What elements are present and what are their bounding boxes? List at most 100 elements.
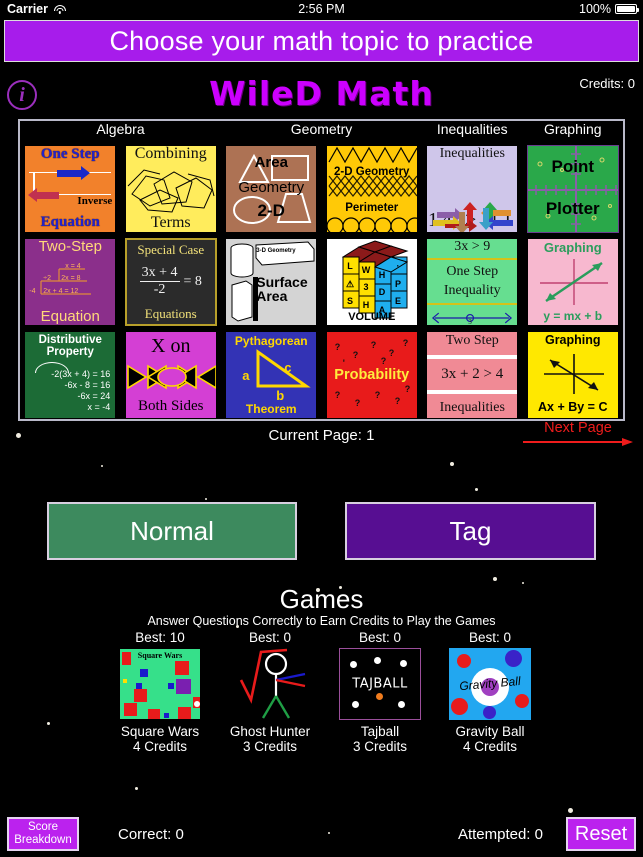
battery-icon — [615, 4, 639, 14]
triangle-label-a: a — [242, 367, 250, 383]
multi-arrows-icon — [433, 201, 514, 232]
thumbnail-title: Gravity Ball — [458, 673, 522, 694]
score-breakdown-line-2: Breakdown — [14, 834, 72, 846]
tile-title-top: Graphing — [544, 332, 601, 347]
tile-worked-steps: -2(3x + 4) = 16 -6x - 8 = 16 -6x = 24 x … — [25, 369, 115, 414]
star — [450, 462, 454, 466]
topic-tile-perimeter[interactable]: 2-D Geometry Perimeter — [325, 144, 418, 233]
arrow-right-icon — [523, 438, 633, 446]
topic-tile-distributive-property[interactable]: Distributive Property -2(3x + 4) = 16 -6… — [24, 330, 117, 419]
next-page-label: Next Page — [544, 420, 612, 436]
tile-expression: 3x + 2 > 4 — [441, 365, 504, 382]
game-thumbnail-tajball[interactable]: TAJBALL — [339, 648, 421, 720]
x-pattern-icon — [126, 364, 216, 389]
tile-expression: 3x > 9 — [454, 238, 491, 254]
topic-tile-special-case-equations[interactable]: Special Case 3x + 4 -2 = 8 Equations — [124, 237, 217, 326]
star — [47, 722, 50, 725]
topic-tile-graphing-standard-form[interactable]: Graphing Ax + By = C — [526, 330, 619, 419]
column-header-geometry: Geometry — [290, 121, 353, 137]
tile-label-area: Area — [254, 153, 288, 171]
equation-right-side: = 8 — [183, 273, 202, 289]
tile-title-top: Inequalities — [439, 145, 505, 161]
topic-tile-pythagorean-theorem[interactable]: Pythagorean a c b Theorem — [225, 330, 318, 419]
correct-count-label: Correct: 0 — [118, 826, 184, 843]
right-triangle-icon — [256, 348, 311, 387]
topic-tile-two-step-inequalities[interactable]: Two Step 3x + 2 > 4 Inequalities — [426, 330, 519, 419]
app-root: Carrier 2:56 PM 100% Choose your math to… — [0, 0, 643, 857]
topic-row-1: One Step Inverse Equation Combining Term… — [20, 142, 623, 235]
tile-title-line-2: Inequality — [443, 283, 501, 299]
game-name: Gravity Ball — [455, 724, 525, 739]
number-line-icon: 3 — [432, 312, 513, 325]
tile-label-2d-geometry: 2-D Geometry — [334, 165, 410, 178]
tile-fraction-equation: 3x + 4 -2 = 8 — [139, 265, 202, 298]
tile-title-top: One Step — [40, 145, 100, 162]
topic-tile-x-on-both-sides[interactable]: X on Both Sides — [124, 330, 217, 419]
topic-tile-inequalities[interactable]: Inequalities 14 > 11 — [426, 144, 519, 233]
divider-2 — [427, 389, 518, 394]
attempted-count-label: Attempted: 0 — [457, 826, 543, 843]
game-best-score: Best: 0 — [468, 630, 512, 645]
svg-text:H: H — [379, 270, 386, 280]
topic-tile-volume[interactable]: LWH ⚠ 3 D SHA P E · VOLUME — [325, 237, 418, 326]
line-graph-icon — [539, 258, 608, 305]
perimeter-pattern-icon — [326, 146, 417, 232]
game-thumbnail-gravity-ball[interactable]: Gravity Ball — [449, 648, 531, 720]
reset-button[interactable]: Reset — [566, 817, 636, 851]
tile-title-top: Combining — [134, 144, 207, 162]
games-list: Best: 10 Square Wars Square Wars 4 Credi — [110, 630, 540, 754]
tag-mode-button[interactable]: Tag — [345, 502, 596, 560]
clock-label: 2:56 PM — [298, 2, 345, 16]
divider — [427, 355, 518, 360]
axes-arrows-icon — [543, 353, 604, 394]
game-credits: 4 Credits — [132, 739, 188, 754]
svg-text:P: P — [395, 279, 401, 289]
tile-title-bottom: Inequalities — [439, 399, 505, 415]
svg-text:W: W — [362, 265, 371, 275]
game-credits: 3 Credits — [352, 739, 408, 754]
game-card-square-wars[interactable]: Best: 10 Square Wars Square Wars 4 Credi — [110, 630, 210, 754]
next-page-button[interactable]: Next Page — [523, 420, 633, 446]
distribute-arc-icon — [35, 361, 70, 373]
column-header-graphing: Graphing — [543, 121, 602, 137]
topic-tile-graphing-slope-intercept[interactable]: Graphing y = mx + b — [526, 237, 619, 326]
game-card-gravity-ball[interactable]: Best: 0 Gravity Ball Gravity Ball 4 Cred… — [440, 630, 540, 754]
thumbnail-title: TAJBALL — [352, 676, 408, 692]
topic-tile-surface-area[interactable]: 3-D Geometry Surface Area — [225, 237, 318, 326]
tile-label-probability: Probability — [334, 366, 410, 383]
topic-tile-probability[interactable]: ? ? ? ? ? ' ? ? ? ? ? ? Probability — [325, 330, 418, 419]
tile-label-geometry: Geometry — [238, 178, 305, 196]
topic-tile-combining-terms[interactable]: Combining Terms — [124, 144, 217, 233]
triangle-label-c: c — [284, 359, 292, 375]
tile-label-volume: VOLUME — [348, 310, 396, 323]
topic-tile-one-step-inequality[interactable]: 3x > 9 One Step Inequality 3 — [426, 237, 519, 326]
games-section-subtitle: Answer Questions Correctly to Earn Credi… — [147, 614, 496, 628]
fraction-numerator: 3x + 4 — [139, 265, 180, 282]
topic-tile-point-plotter[interactable]: Point Plotter — [526, 144, 619, 233]
game-card-tajball[interactable]: Best: 0 TAJBALL Tajball 3 Credits — [330, 630, 430, 754]
column-header-algebra: Algebra — [96, 121, 145, 137]
topic-tile-area-geometry-2d[interactable]: Area Geometry 2-D — [225, 144, 318, 233]
stick-figure-icon — [239, 648, 306, 719]
svg-text:3: 3 — [363, 282, 368, 292]
instruction-text: Choose your math topic to practice — [109, 25, 534, 56]
score-breakdown-line-1: Score — [27, 820, 59, 833]
game-card-ghost-hunter[interactable]: Best: 0 Ghost Hunter 3 Credits — [220, 630, 320, 754]
score-breakdown-button[interactable]: Score Breakdown — [7, 817, 79, 851]
reset-label: Reset — [574, 822, 628, 845]
tile-title-bottom: Equations — [144, 305, 197, 321]
svg-text:·: · — [396, 261, 399, 271]
game-name: Tajball — [360, 724, 400, 739]
game-thumbnail-square-wars[interactable]: Square Wars — [119, 648, 201, 720]
topic-tile-two-step-equation[interactable]: Two-Step x = 4 ÷2 2x = 8 -4 2x + 4 = 12 — [24, 237, 117, 326]
normal-mode-button[interactable]: Normal — [47, 502, 297, 560]
tag-mode-label: Tag — [449, 515, 492, 546]
tile-title-bottom: Equation — [40, 213, 100, 230]
game-thumbnail-ghost-hunter[interactable] — [229, 648, 311, 720]
svg-text:D: D — [379, 287, 386, 297]
game-best-score: Best: 0 — [358, 630, 402, 645]
svg-text:L: L — [347, 261, 353, 271]
star — [328, 832, 330, 834]
topic-tile-one-step-equation[interactable]: One Step Inverse Equation — [24, 144, 117, 233]
tile-title-top: X on — [151, 334, 191, 357]
